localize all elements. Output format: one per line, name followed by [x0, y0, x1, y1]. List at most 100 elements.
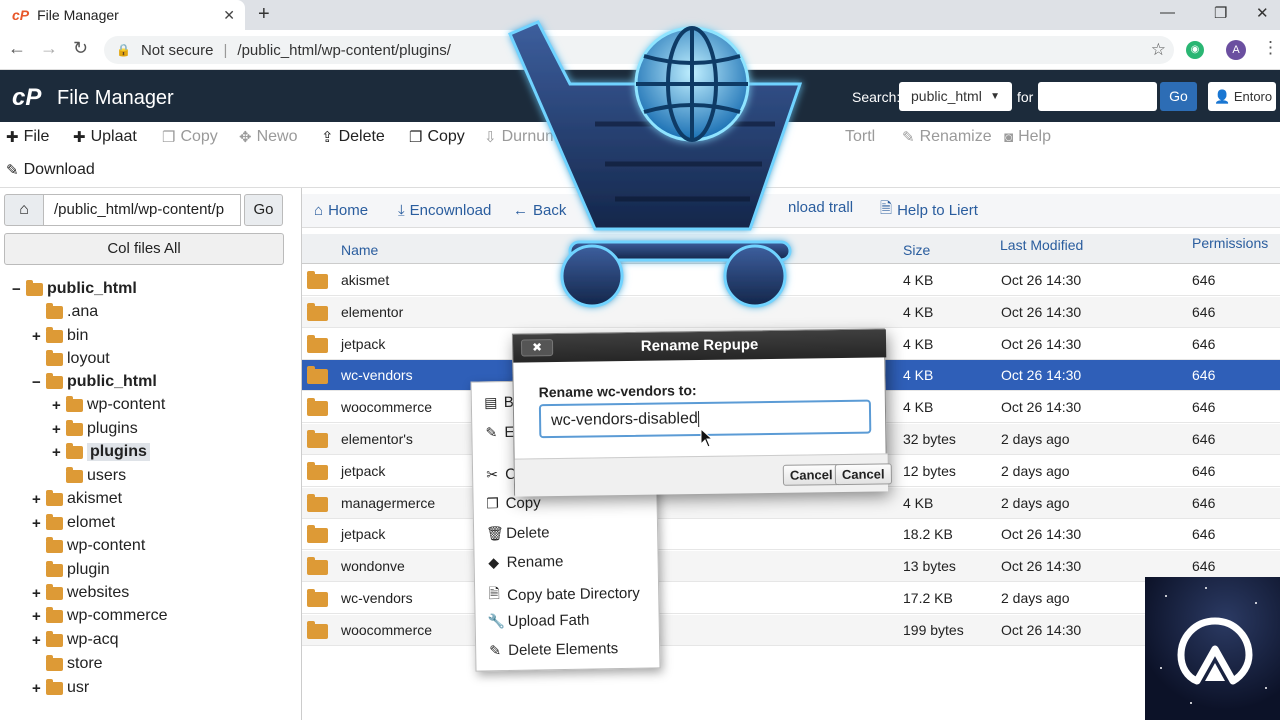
search-input[interactable]	[1038, 82, 1157, 111]
tree-item[interactable]: + akismet	[32, 488, 122, 510]
tree-item-selected[interactable]: + plugins	[52, 441, 150, 463]
new-tab-icon[interactable]: +	[258, 3, 270, 26]
tree-item[interactable]: wp-content	[32, 535, 145, 557]
minimize-icon[interactable]: —	[1160, 4, 1175, 21]
toolbar-tortl-button[interactable]: Tortl	[845, 128, 875, 146]
text-caret	[697, 410, 699, 427]
tree-item[interactable]: + plugins	[52, 418, 138, 440]
dialog-cancel-button-2[interactable]: Cancel	[834, 463, 892, 486]
tree-toggle-icon[interactable]: −	[12, 281, 26, 298]
tree-item[interactable]: plugin	[32, 559, 110, 581]
tree-item[interactable]: + bin	[32, 325, 88, 347]
tree-toggle-icon[interactable]: +	[32, 328, 46, 345]
toolbar-upload-button[interactable]: ✚ Uplaat	[73, 128, 137, 146]
context-item-rename[interactable]: ◆ Rename	[487, 553, 563, 571]
tree-item[interactable]: users	[52, 465, 126, 487]
tree-toggle-icon[interactable]: +	[52, 397, 66, 414]
file-size: 4 KB	[903, 335, 934, 352]
table-row[interactable]: woocommerce 199 bytes Oct 26 14:30	[302, 614, 1280, 646]
context-item[interactable]: ▤ B	[484, 394, 514, 412]
tree-item[interactable]: store	[32, 653, 103, 675]
tree-toggle-icon[interactable]: +	[32, 632, 46, 649]
tree-item[interactable]: .ana	[32, 301, 98, 323]
path-input[interactable]: /public_html/wp-content/p	[44, 194, 241, 226]
path-go-button[interactable]: Go	[244, 194, 283, 226]
reload-icon[interactable]: ↻	[73, 38, 88, 59]
tree-toggle-icon[interactable]: +	[32, 680, 46, 697]
toolbar-copy2-button[interactable]: ❐ Copy	[409, 128, 465, 146]
browser-tab[interactable]: cP File Manager ✕	[0, 0, 245, 30]
tree-toggle-icon[interactable]: +	[32, 491, 46, 508]
context-item-copy[interactable]: ❐ Copy	[485, 494, 541, 512]
dialog-close-icon[interactable]: ✖	[520, 339, 554, 357]
extension-icon[interactable]: ◉	[1186, 41, 1204, 59]
path-row: ⌂ /public_html/wp-content/p Go	[4, 194, 283, 226]
column-permissions[interactable]: Permissions	[1192, 235, 1268, 251]
maximize-icon[interactable]: ❐	[1214, 4, 1227, 22]
back-arrow-icon[interactable]: ←	[8, 38, 26, 59]
search-go-button[interactable]: Go	[1160, 82, 1197, 111]
file-modified: Oct 26 14:30	[1001, 558, 1082, 575]
toolbar-help-button[interactable]: ◙ Help	[1004, 128, 1051, 146]
tree-item[interactable]: − public_html	[32, 371, 157, 393]
search-scope-select[interactable]: public_html ▼	[899, 82, 1012, 111]
rename-input-value: wc-vendors-disabled	[550, 410, 698, 430]
user-menu-button[interactable]: 👤 Entoro	[1208, 82, 1276, 111]
document-icon: ▤	[484, 394, 498, 411]
tree-item[interactable]: + usr	[32, 677, 89, 699]
tree-toggle-icon[interactable]: +	[32, 515, 46, 532]
context-item[interactable]: 🔧 Upload Fath	[488, 612, 590, 631]
column-modified[interactable]: Last Modified	[1000, 237, 1083, 253]
tree-item[interactable]: + websites	[32, 582, 129, 604]
column-size[interactable]: Size	[903, 242, 930, 258]
tree-item[interactable]: loyout	[32, 348, 110, 370]
toolbar-delete-button[interactable]: ⇪ Delete	[321, 128, 385, 146]
tree-item[interactable]: + elomet	[32, 512, 115, 534]
encownload-button[interactable]: ⤓ Encownload	[398, 202, 491, 219]
bookmark-star-icon[interactable]: ☆	[1151, 40, 1166, 60]
file-name: managermerce	[341, 494, 436, 511]
toolbar-download2-button[interactable]: ✎ Download	[6, 161, 95, 179]
column-name[interactable]: Name	[341, 242, 378, 258]
browser-menu-icon[interactable]: ⋮	[1262, 38, 1279, 58]
tab-title: File Manager	[37, 7, 119, 23]
context-item[interactable]: ✎ Delete Elements	[488, 640, 618, 659]
toolbar-new-file-button[interactable]: ✚ File	[6, 128, 49, 146]
tree-item[interactable]: + wp-acq	[32, 629, 119, 651]
home-icon[interactable]: ⌂	[4, 194, 44, 226]
context-item[interactable]: ✂ C	[485, 466, 516, 484]
tree-toggle-icon[interactable]: −	[32, 374, 46, 391]
tree-toggle-icon[interactable]: +	[52, 421, 66, 438]
tree-item-label: usr	[67, 679, 90, 696]
pencil-icon: ✎	[902, 129, 915, 146]
forward-arrow-icon[interactable]: →	[40, 38, 58, 59]
file-permissions: 646	[1192, 462, 1216, 479]
window-close-icon[interactable]: ✕	[1256, 4, 1269, 22]
toolbar-move-button[interactable]: ✥ Newo	[239, 128, 297, 146]
toolbar-label: Download	[23, 161, 95, 178]
tab-close-icon[interactable]: ✕	[223, 7, 235, 24]
dialog-cancel-button[interactable]: Cancel	[782, 464, 840, 486]
table-row[interactable]: wc-vendors17.2 KB2 days ago646	[302, 583, 1280, 614]
context-item-delete[interactable]: 🗑 Delete	[486, 524, 550, 542]
collapse-all-button[interactable]: Col files All	[4, 233, 284, 265]
shopping-cart-icon	[508, 20, 803, 308]
toolbar-label: Uplaat	[90, 128, 137, 145]
table-row[interactable]: wondonve 13 bytes Oct 26 14:30 646	[302, 551, 1280, 583]
home-button[interactable]: ⌂ Home	[314, 202, 368, 219]
tree-item[interactable]: + wp-content	[52, 394, 165, 416]
dialog-button-bar: Cancel Cancel	[514, 453, 892, 497]
toolbar-copy-button[interactable]: ❐ Copy	[162, 128, 218, 146]
help-button[interactable]: 🗎 Help to Liert	[880, 198, 978, 223]
table-row[interactable]: jetpack 18.2 KB Oct 26 14:30 646	[302, 519, 1280, 551]
tree-toggle-icon[interactable]: +	[52, 444, 66, 461]
profile-avatar[interactable]: A	[1226, 40, 1246, 60]
tree-toggle-icon[interactable]: +	[32, 608, 46, 625]
dialog-title: Rename Repupe	[512, 329, 887, 363]
tree-item[interactable]: − public_html	[12, 278, 137, 300]
toolbar-rename-button[interactable]: ✎ Renamize	[902, 128, 992, 146]
tree-item[interactable]: + wp-commerce	[32, 605, 167, 627]
file-modified: Oct 26 14:30	[1001, 526, 1082, 543]
tree-toggle-icon[interactable]: +	[32, 585, 46, 602]
context-item[interactable]: 🗎 Copy bate Directory	[487, 581, 640, 608]
